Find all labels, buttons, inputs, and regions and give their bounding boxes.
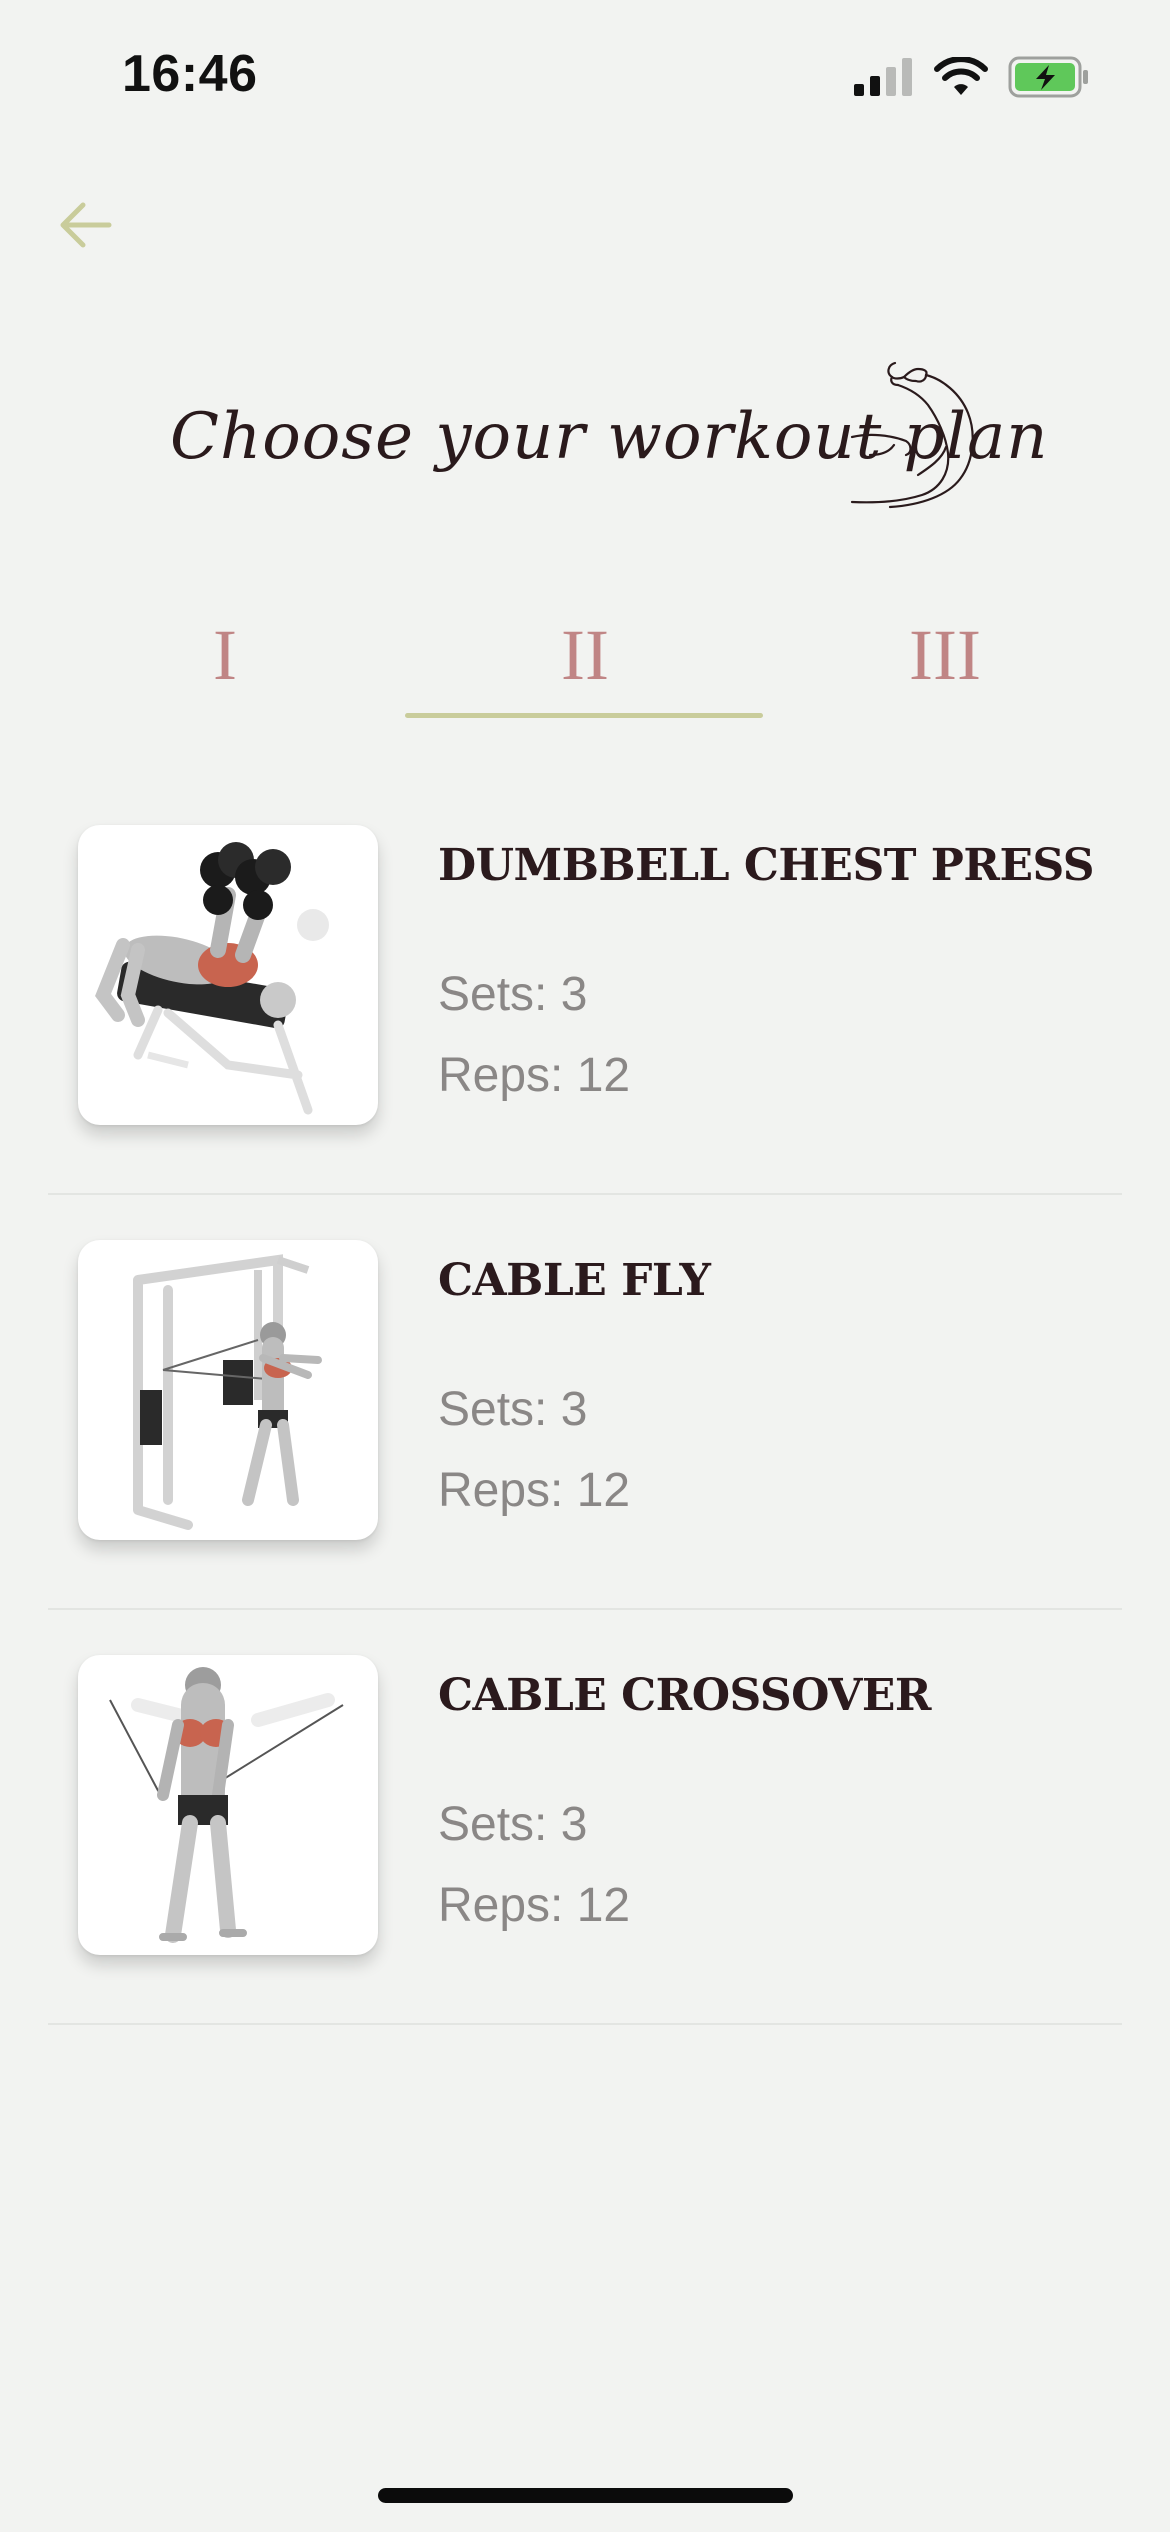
exercise-thumbnail bbox=[78, 1655, 378, 1955]
plan-tabs: I II III bbox=[0, 590, 1170, 730]
wifi-icon bbox=[934, 57, 988, 95]
status-bar: 16:46 bbox=[0, 0, 1170, 150]
home-indicator[interactable] bbox=[378, 2488, 793, 2503]
status-icons bbox=[854, 52, 1090, 102]
exercise-reps: Reps: 12 bbox=[438, 1049, 631, 1102]
arrow-left-icon bbox=[60, 202, 112, 248]
exercise-reps: Reps: 12 bbox=[438, 1464, 631, 1517]
exercise-row[interactable]: CABLE FLY Sets: 3 Reps: 12 bbox=[48, 1195, 1122, 1610]
exercise-sets: Sets: 3 bbox=[438, 1798, 588, 1851]
header: Choose your workout plan bbox=[0, 355, 1170, 535]
tab-plan-1[interactable]: I bbox=[45, 590, 405, 720]
exercise-row[interactable]: DUMBBELL CHEST PRESS Sets: 3 Reps: 12 bbox=[48, 780, 1122, 1195]
divider bbox=[48, 2023, 1122, 2025]
exercise-sets: Sets: 3 bbox=[438, 968, 588, 1021]
tab-plan-3[interactable]: III bbox=[765, 590, 1125, 720]
cable-fly-illustration bbox=[133, 1254, 322, 1530]
exercise-name: CABLE CROSSOVER bbox=[438, 1670, 931, 1721]
battery-charging-icon bbox=[1008, 56, 1088, 98]
flexed-bicep-icon bbox=[850, 361, 974, 509]
tab-plan-2[interactable]: II bbox=[405, 590, 765, 720]
status-time: 16:46 bbox=[122, 45, 258, 103]
exercise-row[interactable]: CABLE CROSSOVER Sets: 3 Reps: 12 bbox=[48, 1610, 1122, 2025]
exercise-name: CABLE FLY bbox=[438, 1255, 711, 1306]
exercise-thumbnail bbox=[78, 1240, 378, 1540]
exercise-sets: Sets: 3 bbox=[438, 1383, 588, 1436]
cellular-signal-icon bbox=[854, 58, 912, 96]
cable-crossover-illustration bbox=[109, 1667, 344, 1943]
exercise-name: DUMBBELL CHEST PRESS bbox=[438, 840, 1095, 891]
dumbbell-chest-press-illustration bbox=[95, 842, 329, 1115]
back-button[interactable] bbox=[50, 190, 120, 260]
exercise-reps: Reps: 12 bbox=[438, 1879, 631, 1932]
exercise-thumbnail bbox=[78, 825, 378, 1125]
selected-tab-indicator bbox=[405, 713, 763, 718]
